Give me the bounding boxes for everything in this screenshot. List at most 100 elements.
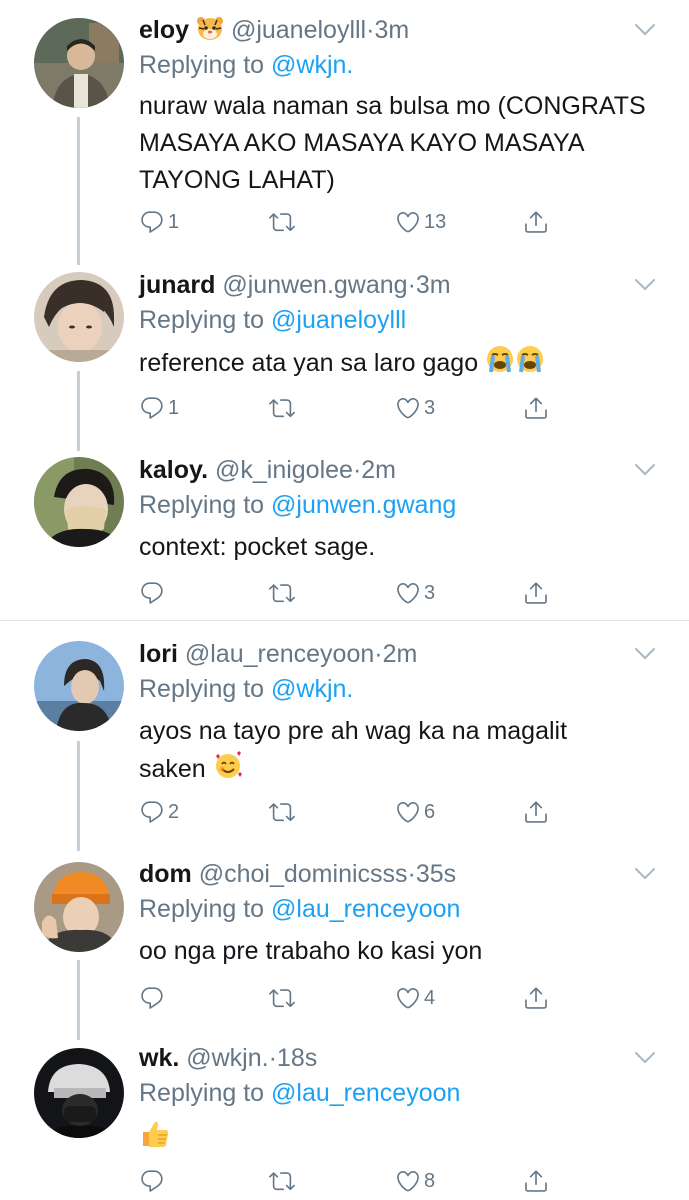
share-icon [523, 799, 549, 825]
retweet-button[interactable] [269, 576, 298, 610]
tweet-item[interactable]: lori @lau_renceyoon·2m Replying to @wkjn… [0, 621, 689, 846]
like-button[interactable]: 3 [395, 576, 435, 610]
reply-button[interactable]: 1 [139, 205, 179, 239]
like-count: 13 [424, 210, 447, 233]
replying-to: Replying to @lau_renceyoon [139, 894, 460, 924]
tweet-header: eloy @juaneloylll·3m [139, 15, 409, 48]
replying-to-label: Replying to [139, 675, 265, 703]
reply-button[interactable]: 2 [139, 795, 179, 829]
heart-icon [395, 799, 421, 825]
reply-bubble-icon [139, 395, 165, 421]
display-name[interactable]: dom [139, 860, 192, 888]
replying-to-link[interactable]: @lau_renceyoon [271, 1079, 460, 1107]
display-name[interactable]: kaloy. [139, 456, 208, 484]
chevron-down-icon[interactable] [634, 278, 656, 292]
tweet-actions: 3 [139, 576, 579, 610]
reply-button[interactable] [139, 576, 168, 610]
tweet-item[interactable]: kaloy. @k_inigolee·2m Replying to @junwe… [0, 445, 689, 620]
retweet-icon [269, 1168, 295, 1194]
avatar[interactable] [34, 457, 124, 547]
avatar[interactable] [34, 641, 124, 731]
replying-to-label: Replying to [139, 895, 265, 923]
chevron-down-icon[interactable] [634, 1051, 656, 1065]
tweet-header: wk. @wkjn.·18s [139, 1043, 317, 1073]
avatar[interactable] [34, 18, 124, 108]
share-icon [523, 580, 549, 606]
heart-icon [395, 580, 421, 606]
timestamp[interactable]: 18s [277, 1044, 317, 1072]
timestamp[interactable]: 2m [361, 456, 396, 484]
tweet-text: reference ata yan sa laro gago [139, 344, 659, 385]
like-button[interactable]: 4 [395, 981, 435, 1015]
user-handle[interactable]: @k_inigolee [215, 456, 353, 484]
tweet-text: nuraw wala naman sa bulsa mo (CONGRATS M… [139, 92, 646, 194]
replying-to-label: Replying to [139, 306, 265, 334]
retweet-button[interactable] [269, 981, 298, 1015]
tweet-item[interactable]: wk. @wkjn.·18s Replying to @lau_renceyoo… [0, 1036, 689, 1200]
reply-count: 2 [168, 800, 180, 823]
share-button[interactable] [523, 1164, 549, 1198]
retweet-button[interactable] [269, 205, 298, 239]
display-name[interactable]: lori [139, 640, 178, 668]
tweet-header: kaloy. @k_inigolee·2m [139, 455, 396, 485]
avatar[interactable] [34, 862, 124, 952]
tweet-text: ayos na tayo pre ah wag ka na magalit sa… [139, 713, 639, 791]
replying-to-link[interactable]: @junwen.gwang [271, 491, 456, 519]
share-button[interactable] [523, 391, 549, 425]
user-handle[interactable]: @wkjn. [186, 1044, 268, 1072]
tweet-actions: 2 6 [139, 795, 579, 829]
replying-to-link[interactable]: @lau_renceyoon [271, 895, 460, 923]
user-handle[interactable]: @junwen.gwang [222, 271, 407, 299]
tweet-actions: 1 3 [139, 391, 579, 425]
replying-to-link[interactable]: @juaneloylll [271, 306, 406, 334]
replying-to: Replying to @lau_renceyoon [139, 1078, 460, 1108]
tweet-item[interactable]: dom @choi_dominicsss·35s Replying to @la… [0, 846, 689, 1036]
reply-button[interactable] [139, 1164, 168, 1198]
display-name[interactable]: eloy [139, 16, 189, 44]
display-name[interactable]: wk. [139, 1044, 179, 1072]
timestamp[interactable]: 3m [374, 16, 409, 44]
tweet-text: oo nga pre trabaho ko kasi yon [139, 937, 483, 965]
user-handle[interactable]: @juaneloylll [231, 16, 366, 44]
separator-dot: · [407, 860, 416, 888]
like-button[interactable]: 8 [395, 1164, 435, 1198]
user-handle[interactable]: @lau_renceyoon [185, 640, 374, 668]
display-name[interactable]: junard [139, 271, 215, 299]
avatar[interactable] [34, 1048, 124, 1138]
retweet-button[interactable] [269, 795, 298, 829]
share-button[interactable] [523, 981, 549, 1015]
reply-bubble-icon [139, 985, 165, 1011]
share-icon [523, 209, 549, 235]
like-count: 6 [424, 800, 436, 823]
reply-button[interactable]: 1 [139, 391, 179, 425]
reply-count: 1 [168, 210, 180, 233]
like-button[interactable]: 3 [395, 391, 435, 425]
avatar[interactable] [34, 272, 124, 362]
share-button[interactable] [523, 576, 549, 610]
smiling-face-with-hearts-emoji [213, 750, 243, 791]
replying-to-link[interactable]: @wkjn. [271, 675, 353, 703]
retweet-button[interactable] [269, 391, 298, 425]
replying-to-link[interactable]: @wkjn. [271, 51, 353, 79]
like-button[interactable]: 13 [395, 205, 446, 239]
tweet-item[interactable]: junard @junwen.gwang·3m Replying to @jua… [0, 260, 689, 445]
timestamp[interactable]: 2m [383, 640, 418, 668]
loudly-crying-face-emoji [515, 344, 545, 385]
reply-bubble-icon [139, 799, 165, 825]
chevron-down-icon[interactable] [634, 647, 656, 661]
like-button[interactable]: 6 [395, 795, 435, 829]
chevron-down-icon[interactable] [634, 867, 656, 881]
like-count: 3 [424, 581, 436, 604]
timestamp[interactable]: 3m [416, 271, 451, 299]
retweet-icon [269, 395, 295, 421]
like-count: 4 [424, 986, 436, 1009]
share-button[interactable] [523, 205, 549, 239]
user-handle[interactable]: @choi_dominicsss [199, 860, 408, 888]
share-button[interactable] [523, 795, 549, 829]
timestamp[interactable]: 35s [416, 860, 456, 888]
retweet-button[interactable] [269, 1164, 298, 1198]
tweet-item[interactable]: eloy @juaneloylll·3m Replying to @wkjn. … [0, 0, 689, 260]
chevron-down-icon[interactable] [634, 463, 656, 477]
chevron-down-icon[interactable] [634, 23, 656, 37]
reply-button[interactable] [139, 981, 168, 1015]
